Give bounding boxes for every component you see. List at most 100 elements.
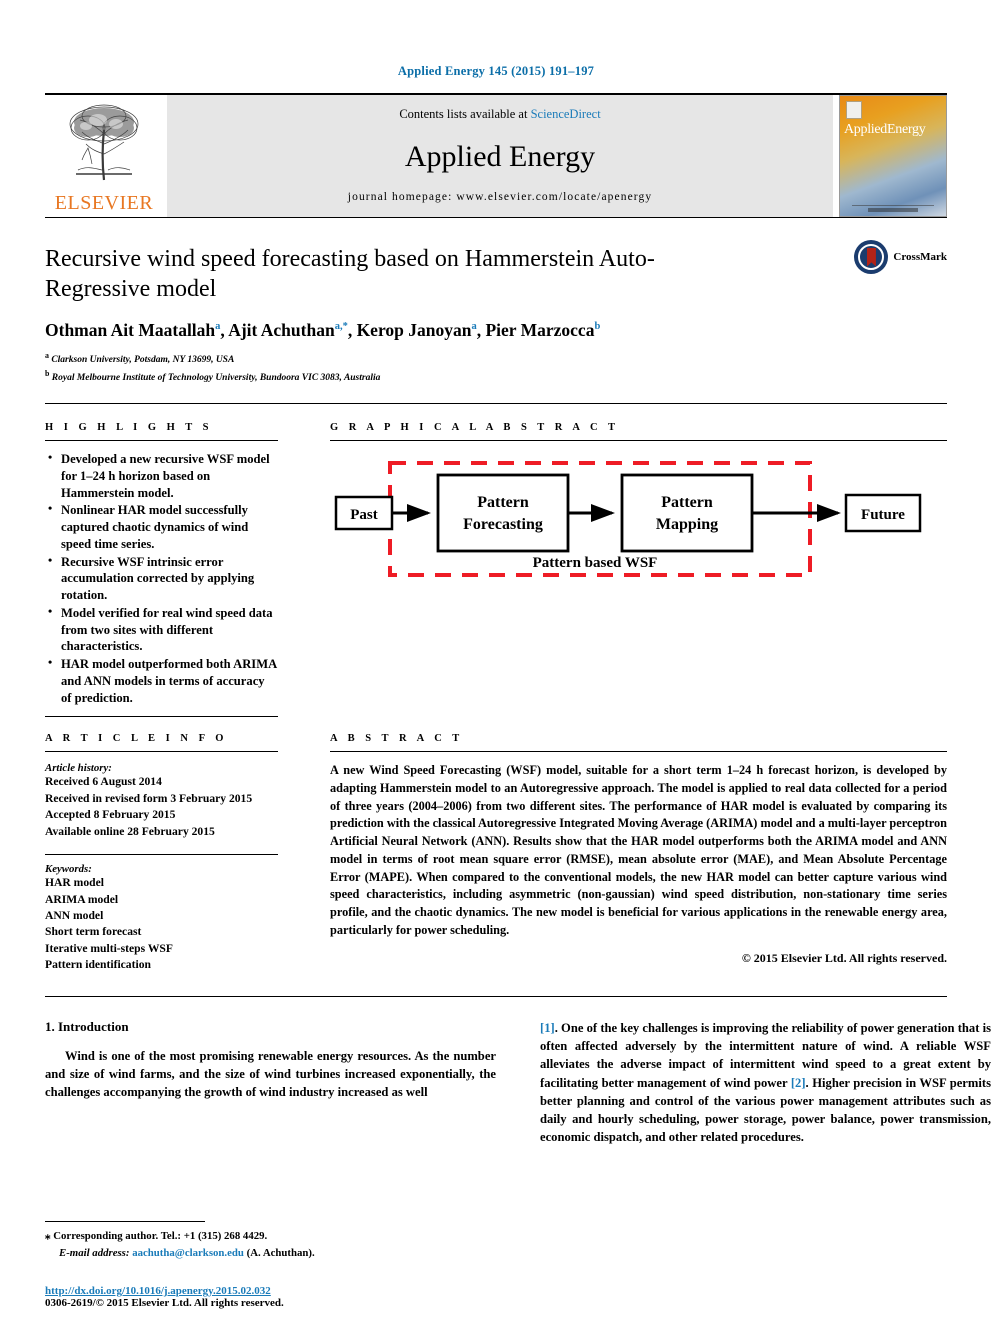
footnote-block: ⁎ Corresponding author. Tel.: +1 (315) 2… <box>45 1221 496 1261</box>
highlights-rule-bottom <box>45 716 278 718</box>
section-heading: 1. Introduction <box>45 1018 129 1034</box>
footnote-divider <box>45 1221 205 1223</box>
introduction-paragraph-right: [1]. One of the key challenges is improv… <box>540 1019 991 1147</box>
crossmark-icon <box>854 240 889 274</box>
affiliation-mark: a <box>45 351 49 361</box>
email-link[interactable]: aachutha@clarkson.edu <box>132 1247 244 1259</box>
diagram-node-pattern-mapping-line1: Pattern <box>661 494 713 511</box>
list-item: Nonlinear HAR model successfully capture… <box>48 501 278 552</box>
article-info-and-abstract: A R T I C L E I N F O Article history: R… <box>45 727 947 974</box>
keyword-item: Short term forecast <box>45 925 142 939</box>
abstract-heading: A B S T R A C T <box>330 733 464 745</box>
cover-publisher-icon <box>846 101 862 119</box>
introduction-right-column: [1]. One of the key challenges is improv… <box>540 1019 991 1147</box>
article-history-item: Accepted 8 February 2015 <box>45 808 176 822</box>
corresponding-author-note: ⁎ Corresponding author. Tel.: +1 (315) 2… <box>45 1228 496 1245</box>
graphical-abstract-diagram: Past Pattern Forecasting Pattern Mapping… <box>330 451 947 599</box>
abstract-copyright: © 2015 Elsevier Ltd. All rights reserved… <box>741 951 947 966</box>
highlights-column: H I G H L I G H T S Developed a new recu… <box>45 422 300 727</box>
contents-available-line: Contents lists available at ScienceDirec… <box>399 107 600 122</box>
article-history-item: Received 6 August 2014 <box>45 775 162 789</box>
article-info-rule <box>45 751 278 753</box>
doi-block: http://dx.doi.org/10.1016/j.apenergy.201… <box>45 1285 545 1309</box>
elsevier-logo: ELSEVIER <box>45 95 163 217</box>
introduction-paragraph-left: Wind is one of the most promising renewa… <box>45 1048 496 1100</box>
contents-prefix: Contents lists available at <box>399 107 531 121</box>
graphical-abstract-column: G R A P H I C A L A B S T R A C T Past P… <box>300 422 947 727</box>
author-list: Othman Ait Maatallaha, Ajit Achuthana,*,… <box>45 320 947 341</box>
keyword-item: ANN model <box>45 909 104 923</box>
highlights-list: Developed a new recursive WSF model for … <box>45 450 278 706</box>
affiliation-line: a Clarkson University, Potsdam, NY 13699… <box>45 350 947 367</box>
elsevier-tree-icon <box>58 95 150 192</box>
elsevier-wordmark: ELSEVIER <box>54 192 154 214</box>
journal-title: Applied Energy <box>404 139 596 173</box>
list-item: Model verified for real wind speed data … <box>48 604 278 655</box>
keywords-title: Keywords: <box>45 863 92 876</box>
diagram-node-pattern-forecasting-line1: Pattern <box>477 494 529 511</box>
journal-masthead: ELSEVIER Contents lists available at Sci… <box>45 93 947 217</box>
diagram-node-pattern-forecasting-line2: Forecasting <box>463 516 543 533</box>
author-affil-mark[interactable]: a,* <box>335 322 348 333</box>
journal-homepage-link[interactable]: journal homepage: www.elsevier.com/locat… <box>348 191 652 203</box>
diagram-group-label: Pattern based WSF <box>533 555 658 571</box>
author-entry: Pier Marzoccab <box>485 320 600 340</box>
citation-link-2[interactable]: [2] <box>791 1076 806 1090</box>
author-entry: Othman Ait Maatallaha, <box>45 320 228 340</box>
article-info-heading: A R T I C L E I N F O <box>45 733 228 745</box>
diagram-node-pattern-mapping-line2: Mapping <box>656 516 718 533</box>
list-item: Recursive WSF intrinsic error accumulati… <box>48 553 278 604</box>
abstract-rule <box>330 751 947 753</box>
list-item: HAR model outperformed both ARIMA and AN… <box>48 655 278 706</box>
article-info-column: A R T I C L E I N F O Article history: R… <box>45 733 300 974</box>
sciencedirect-link[interactable]: ScienceDirect <box>531 107 601 121</box>
affiliation-text: Clarkson University, Potsdam, NY 13699, … <box>51 355 235 366</box>
abstract-text: A new Wind Speed Forecasting (WSF) model… <box>330 763 947 937</box>
author-name: Othman Ait Maatallah <box>45 320 216 341</box>
page-title: Recursive wind speed forecasting based o… <box>45 246 655 303</box>
cover-title-energy: Energy <box>887 122 926 137</box>
graphical-abstract-rule <box>330 440 947 442</box>
paper-page: Applied Energy 145 (2015) 191–197 ELSEVI… <box>0 0 992 1323</box>
diagram-node-past: Past <box>350 507 378 523</box>
doi-link[interactable]: http://dx.doi.org/10.1016/j.apenergy.201… <box>45 1285 545 1297</box>
affiliation-mark: b <box>45 368 50 378</box>
keyword-item: Pattern identification <box>45 958 151 972</box>
cover-title: AppliedEnergy <box>844 122 942 138</box>
title-block: CrossMark Recursive wind speed forecasti… <box>45 218 947 393</box>
running-head: Applied Energy 145 (2015) 191–197 <box>397 64 595 78</box>
asterisk-icon: ⁎ <box>45 1230 51 1243</box>
cover-title-applied: Applied <box>844 122 888 137</box>
graphical-abstract-heading: G R A P H I C A L A B S T R A C T <box>330 422 619 434</box>
abstract-column: A B S T R A C T A new Wind Speed Forecas… <box>300 733 947 974</box>
email-note: E-mail address: aachutha@clarkson.edu (A… <box>45 1245 496 1261</box>
cover-footer-block <box>868 208 918 212</box>
highlights-heading: H I G H L I G H T S <box>45 422 213 434</box>
highlights-and-graphical-abstract: H I G H L I G H T S Developed a new recu… <box>45 404 947 727</box>
journal-info-box: Contents lists available at ScienceDirec… <box>167 95 833 217</box>
article-history-item: Available online 28 February 2015 <box>45 824 215 838</box>
article-history-title: Article history: <box>45 762 112 775</box>
introduction-section: 1. Introduction Wind is one of the most … <box>45 997 991 1147</box>
author-name: Pier Marzocca <box>485 320 595 341</box>
list-item: Developed a new recursive WSF model for … <box>48 450 278 501</box>
highlights-rule-top <box>45 440 278 442</box>
author-name: Ajit Achuthan <box>228 320 335 341</box>
author-entry: Kerop Janoyana, <box>357 320 486 340</box>
crossmark-badge[interactable]: CrossMark <box>854 240 947 274</box>
email-suffix: (A. Achuthan). <box>246 1246 315 1259</box>
keywords-rule <box>45 854 278 856</box>
corresponding-author-text: Corresponding author. Tel.: +1 (315) 268… <box>53 1230 268 1243</box>
author-sep: , <box>347 320 357 341</box>
issn-copyright-line: 0306-2619/© 2015 Elsevier Ltd. All right… <box>45 1297 284 1309</box>
keyword-item: ARIMA model <box>45 892 119 906</box>
author-affil-mark[interactable]: b <box>594 322 600 333</box>
journal-cover-thumbnail: AppliedEnergy <box>839 95 947 217</box>
diagram-node-future: Future <box>861 507 905 523</box>
article-history-item: Received in revised form 3 February 2015 <box>45 791 253 805</box>
keyword-item: HAR model <box>45 876 104 890</box>
keyword-item: Iterative multi-steps WSF <box>45 941 173 955</box>
citation-link-1[interactable]: [1] <box>540 1021 555 1035</box>
affiliation-text: Royal Melbourne Institute of Technology … <box>51 373 381 384</box>
crossmark-label: CrossMark <box>893 251 947 263</box>
